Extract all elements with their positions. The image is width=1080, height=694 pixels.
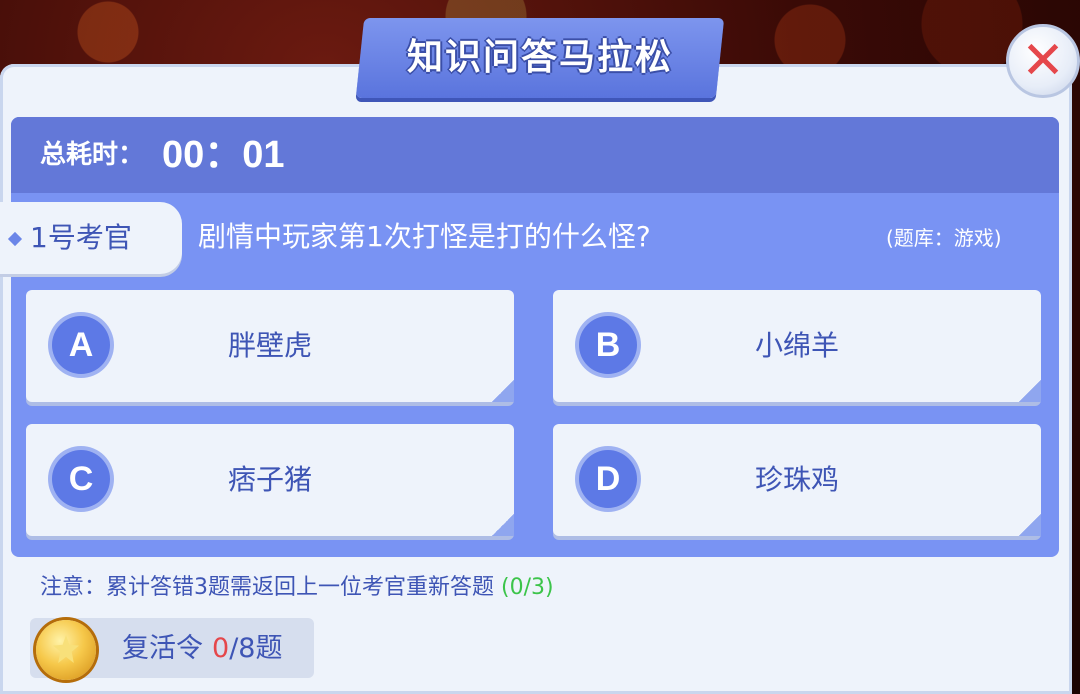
timer-value: 00：01 [162, 134, 285, 176]
page-title: 知识问答马拉松 [406, 37, 673, 78]
option-a-badge: A [52, 316, 110, 374]
wrong-answer-notice: 注意：累计答错3题需返回上一位考官重新答题 (0/3) [40, 570, 554, 606]
notice-text: 注意：累计答错3题需返回上一位考官重新答题 [40, 575, 494, 600]
timer-label: 总耗时： [40, 140, 145, 170]
revive-count: 0/8题 [212, 628, 282, 670]
revive-label: 复活令 [122, 633, 203, 664]
option-b-button[interactable]: 小绵羊 B [553, 290, 1041, 402]
revive-used: 0 [212, 633, 230, 664]
wrong-answer-count: (0/3) [501, 575, 554, 600]
option-b-badge: B [579, 316, 637, 374]
examiner-label: 1号考官 [30, 221, 132, 254]
option-c-badge: C [52, 450, 110, 508]
option-d-badge: D [579, 450, 637, 508]
option-d-button[interactable]: 珍珠鸡 D [553, 424, 1041, 536]
question-text: 剧情中玩家第1次打怪是打的什么怪? [198, 220, 651, 253]
option-a-button[interactable]: 胖壁虎 A [26, 290, 514, 402]
option-c-button[interactable]: 痞子猪 C [26, 424, 514, 536]
revive-total: /8题 [229, 633, 283, 664]
question-bank: (题库：游戏) [886, 226, 1002, 250]
revive-coin-icon [36, 620, 96, 680]
close-icon: ✕ [1021, 31, 1065, 91]
close-button[interactable]: ✕ [1006, 24, 1080, 98]
